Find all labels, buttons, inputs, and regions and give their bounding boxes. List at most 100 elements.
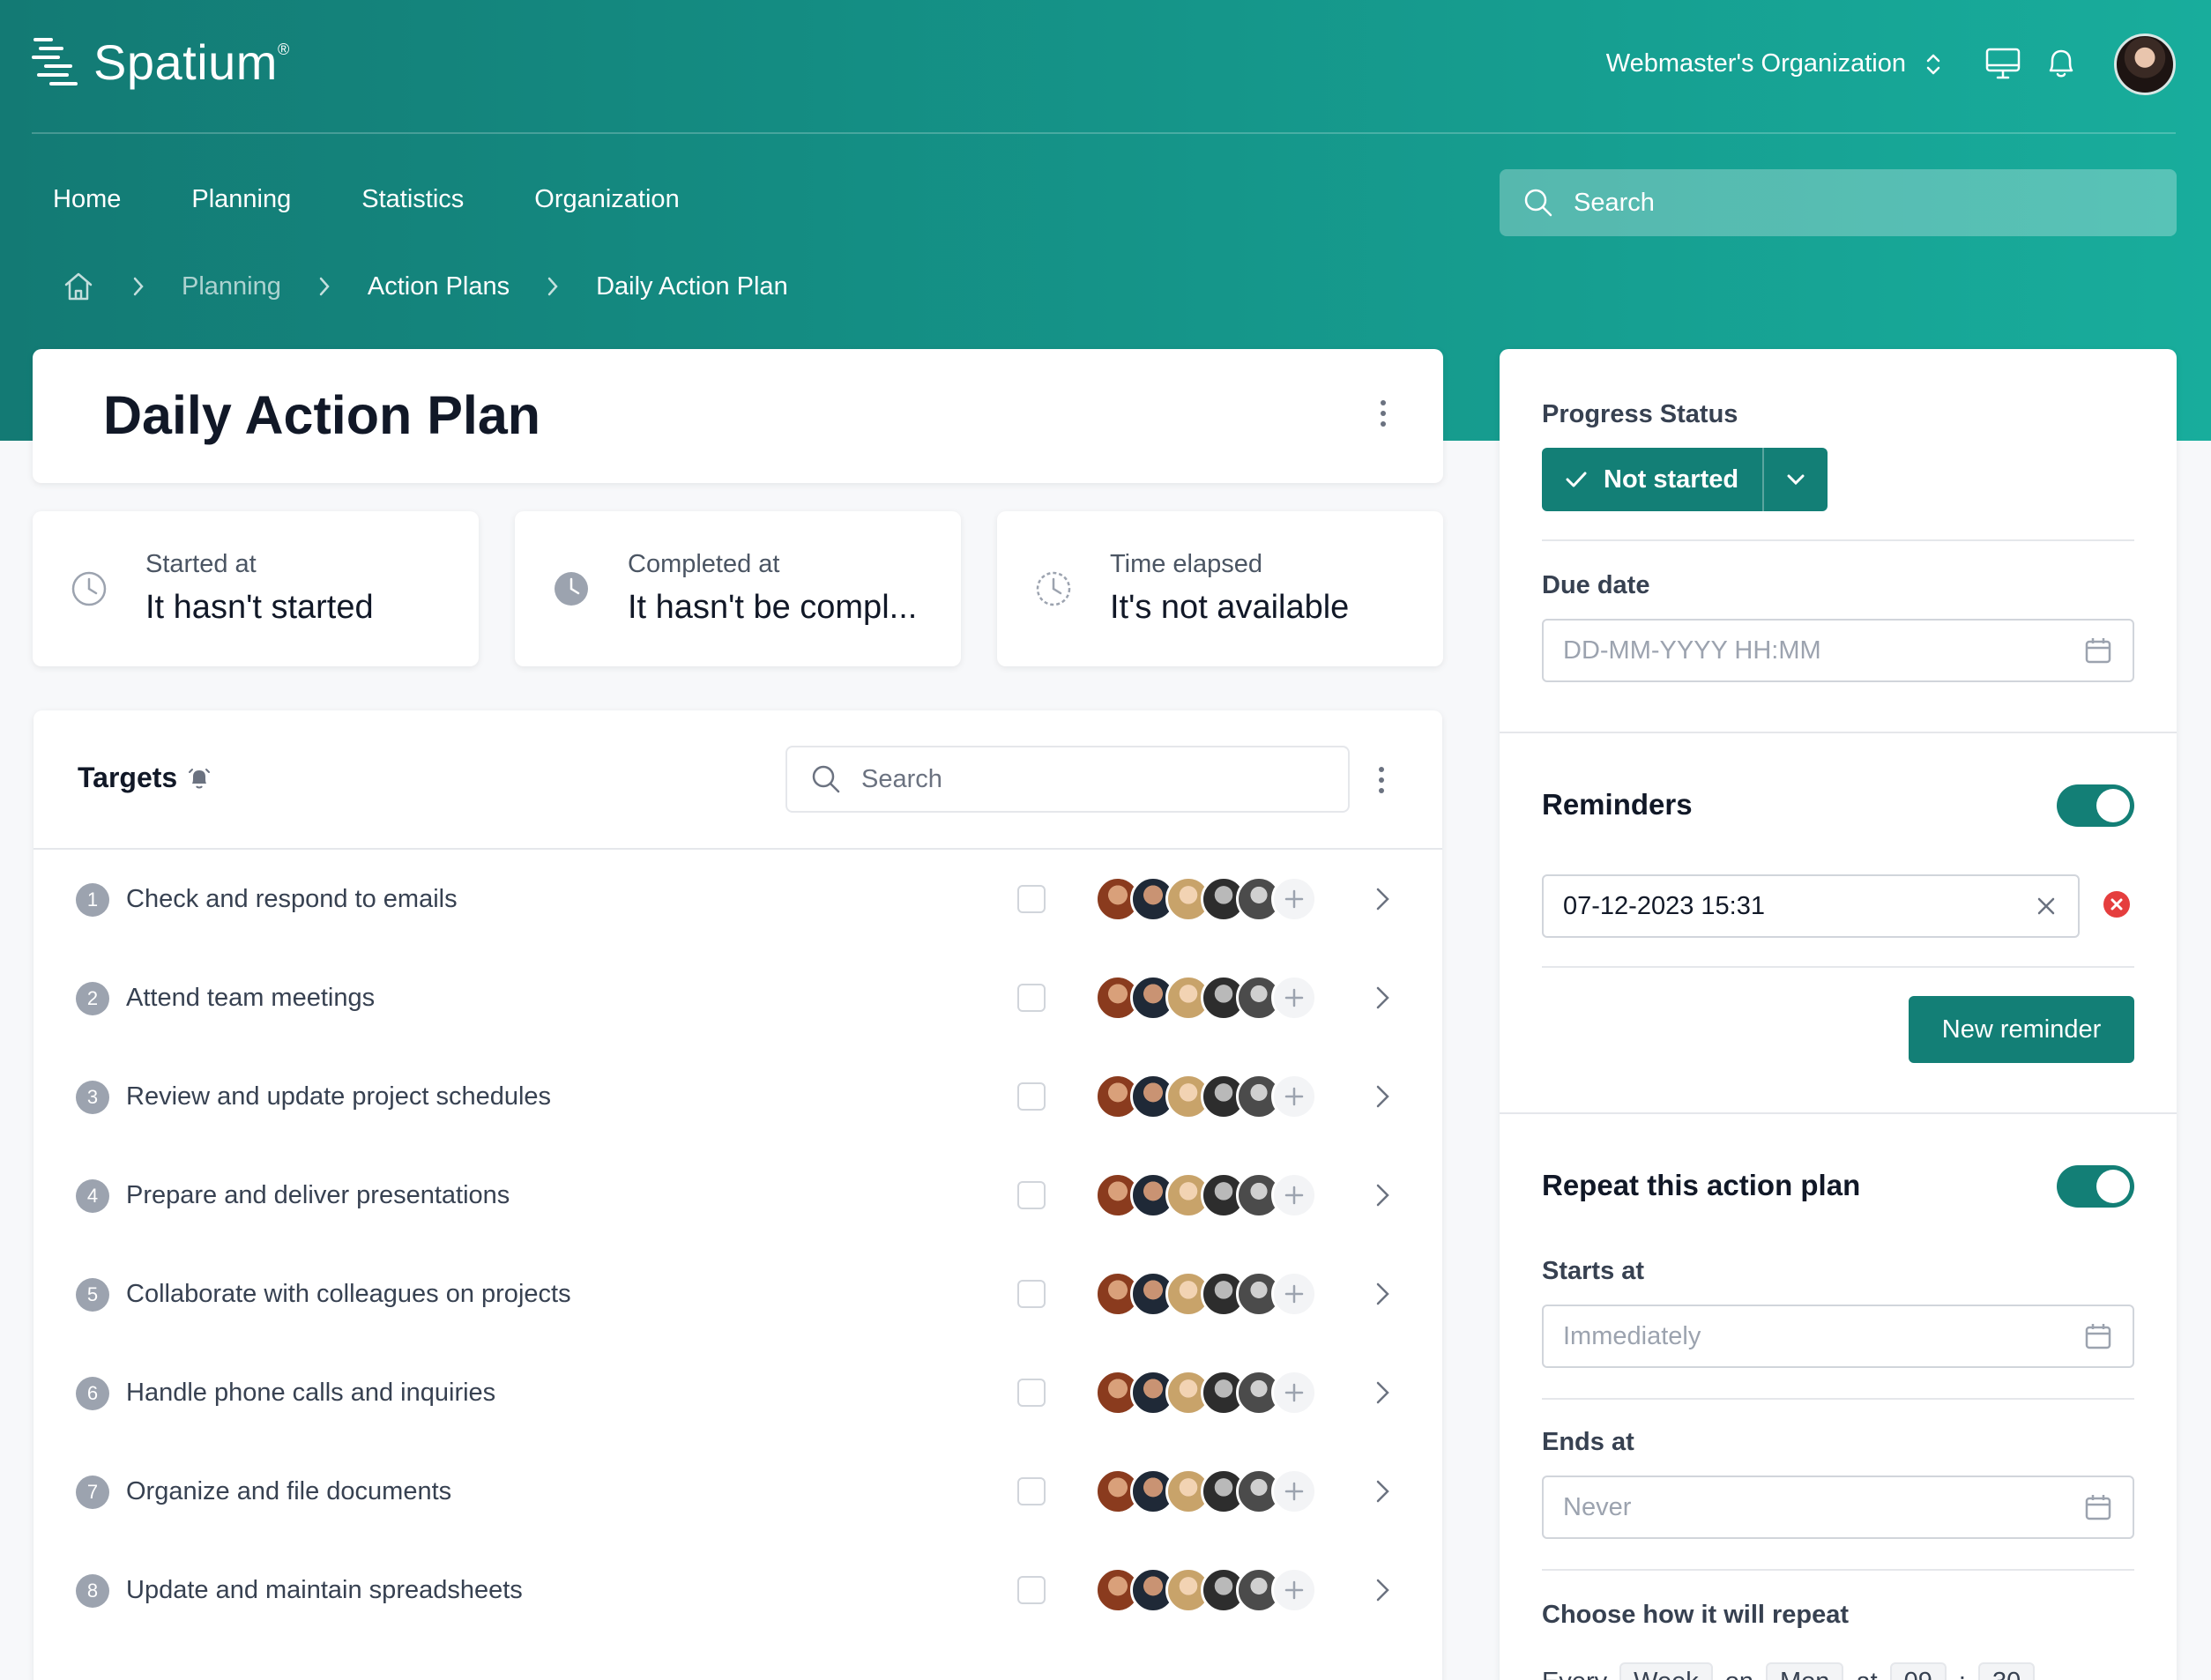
repeat-frequency-select[interactable]: Week bbox=[1619, 1662, 1713, 1680]
add-assignee-button[interactable] bbox=[1271, 1567, 1317, 1613]
repeat-day-select[interactable]: Mon bbox=[1766, 1662, 1844, 1680]
add-assignee-button[interactable] bbox=[1271, 1074, 1317, 1119]
repeat-toggle[interactable] bbox=[2057, 1165, 2134, 1208]
plus-icon bbox=[1284, 1284, 1304, 1304]
chevron-right-icon bbox=[319, 277, 330, 296]
repeat-word: : bbox=[1959, 1668, 1966, 1680]
target-checkbox[interactable] bbox=[1017, 1082, 1046, 1111]
status-dropdown-button[interactable] bbox=[1762, 448, 1828, 511]
breadcrumb-planning[interactable]: Planning bbox=[182, 272, 281, 301]
reminders-toggle[interactable] bbox=[2057, 784, 2134, 827]
target-checkbox[interactable] bbox=[1017, 1576, 1046, 1604]
add-assignee-button[interactable] bbox=[1271, 1468, 1317, 1514]
target-number: 7 bbox=[76, 1476, 109, 1509]
calendar-icon[interactable] bbox=[2083, 636, 2113, 665]
chevron-right-icon[interactable] bbox=[1366, 982, 1398, 1014]
stat-label: Started at bbox=[145, 550, 257, 578]
add-assignee-button[interactable] bbox=[1271, 1370, 1317, 1416]
stat-value: It hasn't be compl... bbox=[628, 589, 918, 626]
user-avatar[interactable] bbox=[2114, 33, 2176, 95]
section-divider bbox=[1500, 1112, 2177, 1114]
target-checkbox[interactable] bbox=[1017, 1280, 1046, 1308]
remove-reminder-icon[interactable] bbox=[2103, 890, 2131, 918]
chevron-right-icon[interactable] bbox=[1366, 1574, 1398, 1606]
breadcrumb-action-plans[interactable]: Action Plans bbox=[368, 272, 510, 301]
chevron-right-icon[interactable] bbox=[1366, 883, 1398, 915]
target-row[interactable]: 1 Check and respond to emails bbox=[34, 850, 1442, 948]
nav-statistics[interactable]: Statistics bbox=[361, 185, 464, 214]
assignee-avatars bbox=[1095, 1074, 1317, 1119]
monitor-icon[interactable] bbox=[1984, 44, 2022, 83]
target-row[interactable]: 7 Organize and file documents bbox=[34, 1442, 1442, 1541]
repeat-minute-select[interactable]: 30 bbox=[1977, 1662, 2036, 1680]
calendar-icon[interactable] bbox=[2083, 1321, 2113, 1351]
home-icon[interactable] bbox=[62, 270, 95, 303]
new-reminder-button[interactable]: New reminder bbox=[1909, 996, 2134, 1063]
stat-value: It's not available bbox=[1110, 589, 1350, 626]
targets-title-text: Targets bbox=[78, 762, 178, 793]
more-menu-icon[interactable] bbox=[1380, 400, 1387, 427]
target-checkbox[interactable] bbox=[1017, 1181, 1046, 1209]
reminder-date-input[interactable]: 07-12-2023 15:31 bbox=[1542, 874, 2080, 938]
ends-at-input[interactable]: Never bbox=[1542, 1476, 2134, 1539]
organization-selector[interactable]: Webmaster's Organization bbox=[1606, 49, 1941, 78]
target-row[interactable]: 6 Handle phone calls and inquiries bbox=[34, 1343, 1442, 1442]
progress-status-button[interactable]: Not started bbox=[1542, 448, 1828, 511]
status-main-button[interactable]: Not started bbox=[1542, 448, 1762, 511]
add-assignee-button[interactable] bbox=[1271, 975, 1317, 1021]
target-row[interactable]: 5 Collaborate with colleagues on projects bbox=[34, 1245, 1442, 1343]
clear-icon[interactable] bbox=[2034, 894, 2058, 918]
due-date-input[interactable]: DD-MM-YYYY HH:MM bbox=[1542, 619, 2134, 682]
targets-search-placeholder: Search bbox=[861, 764, 942, 793]
stat-label: Completed at bbox=[628, 550, 780, 578]
calendar-icon[interactable] bbox=[2083, 1492, 2113, 1522]
timer-icon bbox=[1036, 571, 1071, 606]
target-row[interactable]: 3 Review and update project schedules bbox=[34, 1047, 1442, 1146]
chevron-right-icon[interactable] bbox=[1366, 1081, 1398, 1112]
add-assignee-button[interactable] bbox=[1271, 876, 1317, 922]
add-assignee-button[interactable] bbox=[1271, 1172, 1317, 1218]
nav-home[interactable]: Home bbox=[53, 185, 121, 214]
assignee-avatars bbox=[1095, 1172, 1317, 1218]
plus-icon bbox=[1284, 1087, 1304, 1106]
assignee-avatars bbox=[1095, 975, 1317, 1021]
nav-organization[interactable]: Organization bbox=[534, 185, 679, 214]
page-title: Daily Action Plan bbox=[103, 385, 541, 445]
stat-label: Time elapsed bbox=[1110, 550, 1263, 578]
targets-search-input[interactable]: Search bbox=[785, 746, 1350, 813]
chevron-right-icon[interactable] bbox=[1366, 1179, 1398, 1211]
target-title: Prepare and deliver presentations bbox=[126, 1181, 510, 1209]
chevron-right-icon[interactable] bbox=[1366, 1377, 1398, 1409]
chevron-updown-icon bbox=[1926, 54, 1940, 74]
repeat-hour-select[interactable]: 09 bbox=[1889, 1662, 1947, 1680]
nav-planning[interactable]: Planning bbox=[191, 185, 291, 214]
target-checkbox[interactable] bbox=[1017, 1477, 1046, 1505]
target-checkbox[interactable] bbox=[1017, 1379, 1046, 1407]
target-checkbox[interactable] bbox=[1017, 885, 1046, 913]
global-search-placeholder: Search bbox=[1574, 188, 1655, 217]
target-row[interactable]: 8 Update and maintain spreadsheets bbox=[34, 1541, 1442, 1639]
target-title: Update and maintain spreadsheets bbox=[126, 1576, 523, 1604]
chevron-right-icon[interactable] bbox=[1366, 1476, 1398, 1507]
target-title: Collaborate with colleagues on projects bbox=[126, 1280, 571, 1308]
targets-more-icon[interactable] bbox=[1378, 767, 1385, 793]
breadcrumb: Planning Action Plans Daily Action Plan bbox=[62, 270, 788, 303]
target-checkbox[interactable] bbox=[1017, 984, 1046, 1012]
target-row[interactable]: 4 Prepare and deliver presentations bbox=[34, 1146, 1442, 1245]
bell-icon[interactable] bbox=[2042, 44, 2081, 83]
ends-at-label: Ends at bbox=[1542, 1428, 1634, 1456]
target-number: 5 bbox=[76, 1278, 109, 1312]
alarm-icon bbox=[189, 768, 211, 788]
global-search-input[interactable]: Search bbox=[1500, 169, 2177, 236]
add-assignee-button[interactable] bbox=[1271, 1271, 1317, 1317]
brand-logo[interactable]: Spatium® bbox=[32, 33, 290, 91]
divider bbox=[1542, 966, 2134, 968]
starts-at-input[interactable]: Immediately bbox=[1542, 1305, 2134, 1368]
target-title: Check and respond to emails bbox=[126, 885, 458, 913]
settings-panel: Progress Status Not started Due date DD-… bbox=[1500, 349, 2177, 1680]
repeat-word: on bbox=[1725, 1668, 1753, 1680]
stat-elapsed: Time elapsed It's not available bbox=[997, 511, 1443, 666]
target-row[interactable]: 2 Attend team meetings bbox=[34, 948, 1442, 1047]
organization-name: Webmaster's Organization bbox=[1605, 49, 1906, 78]
chevron-right-icon[interactable] bbox=[1366, 1278, 1398, 1310]
